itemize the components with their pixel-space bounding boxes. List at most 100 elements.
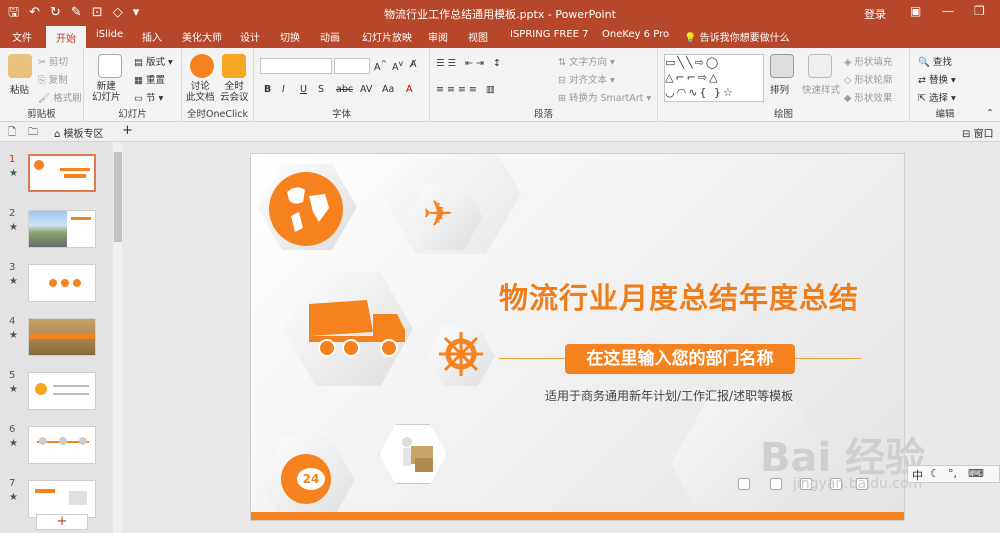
slide-thumbnail-7[interactable] <box>28 480 96 518</box>
underline-button[interactable]: U <box>300 84 307 95</box>
slide-thumbnail-5[interactable] <box>28 372 96 410</box>
keyboard-icon[interactable]: ⌨ <box>968 467 984 480</box>
minimize-icon[interactable]: — <box>942 4 954 18</box>
slide-thumbnail-4[interactable] <box>28 318 96 356</box>
shape-outline-button[interactable]: ◇ 形状轮廓 <box>844 72 892 86</box>
thumb-number: 7 <box>9 478 16 489</box>
tab-review[interactable]: 审阅 <box>428 29 448 44</box>
ribbon-display-icon[interactable]: ▣ <box>910 4 921 18</box>
slide-thumbnail-6[interactable] <box>28 426 96 464</box>
ime-language[interactable]: 中 <box>912 467 923 483</box>
collapse-ribbon-icon[interactable]: ⌃ <box>986 108 994 119</box>
login-link[interactable]: 登录 <box>864 6 886 22</box>
text-direction-button[interactable]: ⇅ 文字方向 ▾ <box>558 54 615 68</box>
folder-icon[interactable]: 🗀 <box>28 125 38 142</box>
section-button[interactable]: ▭ 节 ▾ <box>134 90 163 104</box>
tab-animations[interactable]: 动画 <box>320 29 340 44</box>
meeting-icon[interactable] <box>222 54 246 78</box>
template-zone-tab[interactable]: ⌂ 模板专区 <box>54 125 104 140</box>
discuss-icon[interactable] <box>190 54 214 78</box>
slide-thumbnail-2[interactable] <box>28 210 96 248</box>
char-spacing-button[interactable]: AV <box>360 84 372 95</box>
slide-subtitle[interactable]: 在这里输入您的部门名称 <box>565 344 795 374</box>
tab-onekey[interactable]: OneKey 6 Pro <box>602 29 669 40</box>
shadow-button[interactable]: S <box>318 84 324 95</box>
thumb-star-icon: ★ <box>9 168 18 179</box>
quick-styles-button[interactable]: 快速样式 <box>802 82 840 96</box>
quick-styles-icon[interactable] <box>808 54 832 78</box>
truck-icon <box>303 300 407 360</box>
clear-format-button[interactable]: A̸ <box>410 59 417 70</box>
tab-transitions[interactable]: 切换 <box>280 29 300 44</box>
paste-icon[interactable] <box>8 54 32 78</box>
tab-ispring[interactable]: ISPRING FREE 7 <box>510 29 589 40</box>
slides-label: 幻灯片 <box>118 109 147 120</box>
tab-slideshow[interactable]: 幻灯片放映 <box>362 29 412 44</box>
thumb-star-icon: ★ <box>9 330 18 341</box>
thumb-number: 3 <box>9 262 16 273</box>
editing-group: 🔍 查找 ⇄ 替换 ▾ ⇱ 选择 ▾ 编辑 <box>910 48 980 122</box>
list-buttons[interactable]: ☰☰ ⇤⇥ ↕ <box>436 58 504 69</box>
format-painter-button[interactable]: 🖌 格式刷 <box>38 90 82 104</box>
shapes-gallery[interactable]: ▭╲╲⇨◯ △⌐⌐⇨△ ◡◠∿{ }☆ <box>664 54 764 102</box>
reset-button[interactable]: ▦ 重置 <box>134 72 165 86</box>
align-buttons[interactable]: ≡≡≡≡ ▥ <box>436 84 498 95</box>
paragraph-group: ☰☰ ⇤⇥ ↕ ≡≡≡≡ ▥ ⇅ 文字方向 ▾ ⊟ 对齐文本 ▾ ⊞ 转换为 S… <box>430 48 658 122</box>
add-slide-button[interactable]: + <box>36 514 88 530</box>
ribbon-tabs: 文件 开始 iSlide 插入 美化大师 设计 切换 动画 幻灯片放映 审阅 视… <box>0 26 1000 48</box>
replace-button[interactable]: ⇄ 替换 ▾ <box>918 72 956 86</box>
paste-button[interactable]: 粘贴 <box>10 82 29 96</box>
shrink-font-button[interactable]: Av <box>392 59 403 73</box>
helm-icon <box>437 330 485 378</box>
copy-button[interactable]: ⎘ 复制 <box>38 72 68 86</box>
grow-font-button[interactable]: A^ <box>374 59 387 73</box>
tab-beautify[interactable]: 美化大师 <box>182 29 222 44</box>
shape-fill-button[interactable]: ◈ 形状填充 <box>844 54 892 68</box>
new-slide-icon[interactable] <box>98 54 122 78</box>
add-tab-button[interactable]: + <box>122 123 133 138</box>
new-doc-icon[interactable]: 🗋 <box>8 125 16 142</box>
meeting-button[interactable]: 全时 云会议 <box>220 81 249 103</box>
find-button[interactable]: 🔍 查找 <box>918 54 952 68</box>
discuss-button[interactable]: 讨论 此文档 <box>186 81 215 103</box>
tab-view[interactable]: 视图 <box>468 29 488 44</box>
font-name-combo[interactable] <box>260 58 332 74</box>
baidu-watermark: Bai 经验 <box>760 435 926 481</box>
shape-effects-button[interactable]: ◆ 形状效果 <box>844 90 892 104</box>
italic-button[interactable]: I <box>282 84 285 95</box>
bold-button[interactable]: B <box>264 84 271 95</box>
select-button[interactable]: ⇱ 选择 ▾ <box>918 90 956 104</box>
thumb-star-icon: ★ <box>9 384 18 395</box>
layout-button[interactable]: ▤ 版式 ▾ <box>134 54 173 68</box>
thumbnail-scrollbar[interactable] <box>113 142 123 533</box>
tab-design[interactable]: 设计 <box>240 29 260 44</box>
tab-home[interactable]: 开始 <box>46 26 86 48</box>
align-text-button[interactable]: ⊟ 对齐文本 ▾ <box>558 72 615 86</box>
slide-title[interactable]: 物流行业月度总结年度总结 <box>499 275 859 317</box>
font-size-combo[interactable] <box>334 58 370 74</box>
new-slide-button[interactable]: 新建 幻灯片 <box>92 81 121 103</box>
flask-icon[interactable] <box>738 478 750 490</box>
slide-thumbnail-pane: 1 ★ 2 ★ 3 ★ 4 ★ 5 ★ 6 ★ 7 ★ <box>0 142 124 533</box>
tell-me-search[interactable]: 💡 告诉我你想要做什么 <box>684 29 790 44</box>
slide-description[interactable]: 适用于商务通用新年计划/工作汇报/述职等模板 <box>545 387 793 404</box>
change-case-button[interactable]: Aa <box>382 84 394 95</box>
editing-label: 编辑 <box>935 109 955 120</box>
moon-icon[interactable]: ☾ <box>930 467 940 480</box>
smartart-button[interactable]: ⊞ 转换为 SmartArt ▾ <box>558 90 651 104</box>
tab-file[interactable]: 文件 <box>12 29 32 44</box>
cut-button[interactable]: ✂ 剪切 <box>38 54 68 68</box>
font-color-button[interactable]: A <box>406 84 413 95</box>
slide-thumbnail-1[interactable] <box>28 154 96 192</box>
restore-icon[interactable]: ❐ <box>974 4 985 18</box>
strikethrough-button[interactable]: abc <box>336 84 353 95</box>
arrange-icon[interactable] <box>770 54 794 78</box>
arrange-button[interactable]: 排列 <box>770 82 789 96</box>
slide-thumbnail-3[interactable] <box>28 264 96 302</box>
window-button[interactable]: ⊟ 窗口 <box>962 125 994 140</box>
lightbulb-icon: 💡 <box>684 33 697 44</box>
tab-insert[interactable]: 插入 <box>142 29 162 44</box>
scrollbar-handle[interactable] <box>114 152 122 242</box>
tab-islide[interactable]: iSlide <box>96 29 123 40</box>
punctuation-icon[interactable]: °, <box>948 467 957 480</box>
